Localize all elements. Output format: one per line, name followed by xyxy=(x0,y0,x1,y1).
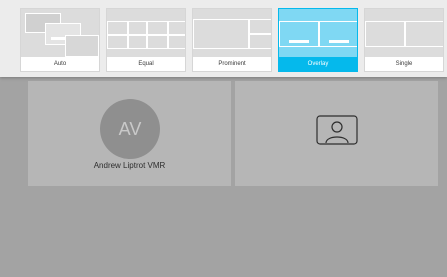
layout-option-label: Equal xyxy=(107,57,185,71)
participant-name: Andrew Liptrot VMR xyxy=(93,161,166,170)
layout-option-label: Prominent xyxy=(193,57,271,71)
layout-selector-bar: Auto Equal Prominent Overlay Single xyxy=(0,0,447,77)
layout-option-label: Overlay xyxy=(279,57,357,71)
auto-layout-icon xyxy=(21,9,99,59)
person-outline-icon xyxy=(316,115,358,145)
avatar: AV xyxy=(100,99,160,159)
layout-option-prominent[interactable]: Prominent xyxy=(192,8,272,72)
layout-option-auto[interactable]: Auto xyxy=(20,8,100,72)
layout-option-overlay[interactable]: Overlay xyxy=(278,8,358,72)
layout-option-single[interactable]: Single xyxy=(364,8,444,72)
participant-tile[interactable]: AV Andrew Liptrot VMR xyxy=(28,81,231,186)
prominent-layout-icon xyxy=(193,9,271,59)
layout-option-label: Single xyxy=(365,57,443,71)
layout-option-equal[interactable]: Equal xyxy=(106,8,186,72)
layout-option-label: Auto xyxy=(21,57,99,71)
overlay-layout-icon xyxy=(279,9,357,59)
single-layout-icon xyxy=(365,9,443,59)
self-view-tile[interactable] xyxy=(235,81,438,186)
equal-layout-icon xyxy=(107,9,185,59)
